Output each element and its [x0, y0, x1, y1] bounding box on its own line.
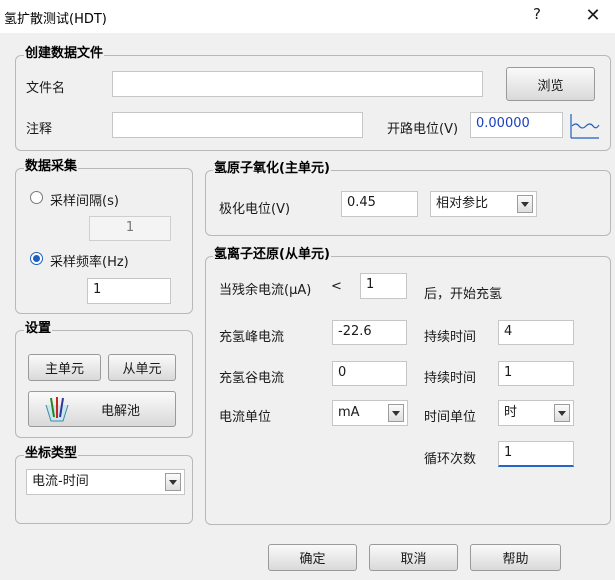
duration2-input[interactable]: 1 — [498, 361, 574, 386]
time-unit-label: 时间单位 — [424, 410, 477, 425]
close-button[interactable]: ✕ — [580, 4, 606, 28]
chevron-down-icon — [165, 473, 181, 491]
window-title: 氢扩散测试(HDT) — [4, 12, 107, 27]
ocp-value: 0.00000 — [470, 112, 563, 138]
cycles-input[interactable]: 1 — [498, 441, 574, 467]
axis-legend: 坐标类型 — [24, 446, 79, 462]
residual-label: 当残余电流(μA) — [219, 283, 312, 298]
main-unit-button[interactable]: 主单元 — [28, 354, 101, 381]
valley-label: 充氢谷电流 — [219, 371, 285, 386]
potential-label: 极化电位(V) — [219, 202, 291, 217]
ocp-label: 开路电位(V) — [387, 122, 459, 137]
peak-label: 充氢峰电流 — [219, 330, 285, 345]
potential-input[interactable]: 0.45 — [341, 191, 418, 217]
filename-label: 文件名 — [26, 81, 66, 96]
filename-input[interactable] — [112, 71, 483, 97]
title-bar: 氢扩散测试(HDT) ? ✕ — [0, 0, 615, 33]
residual-input[interactable]: 1 — [360, 273, 407, 299]
less-than-symbol: < — [331, 279, 342, 294]
slave-unit-button[interactable]: 从单元 — [108, 354, 176, 381]
reduction-legend: 氢离子还原(从单元) — [213, 247, 331, 263]
note-input[interactable] — [112, 112, 363, 138]
note-label: 注释 — [26, 122, 53, 137]
create-file-legend: 创建数据文件 — [24, 46, 105, 62]
chevron-down-icon — [517, 195, 533, 213]
after-label: 后，开始充氢 — [424, 287, 503, 302]
help-button[interactable]: 帮助 — [470, 544, 561, 571]
valley-input[interactable]: 0 — [332, 361, 407, 386]
current-unit-value: mA — [338, 405, 360, 420]
reference-value: 相对参比 — [436, 196, 489, 211]
peak-input[interactable]: -22.6 — [332, 320, 407, 345]
time-unit-select[interactable]: 时 — [498, 400, 574, 426]
oxidation-legend: 氢原子氧化(主单元) — [213, 161, 331, 177]
reference-select[interactable]: 相对参比 — [430, 191, 537, 217]
interval-radio[interactable] — [30, 191, 43, 204]
cycles-label: 循环次数 — [424, 452, 477, 467]
settings-legend: 设置 — [24, 321, 53, 337]
frequency-radio[interactable] — [30, 252, 43, 265]
frequency-label[interactable]: 采样频率(Hz) — [50, 251, 129, 270]
frequency-input[interactable]: 1 — [87, 278, 171, 304]
time-unit-value: 时 — [504, 405, 518, 420]
cancel-button[interactable]: 取消 — [369, 544, 458, 571]
chevron-down-icon — [554, 404, 570, 422]
interval-input[interactable]: 1 — [89, 216, 171, 241]
electrolytic-cell-icon — [41, 395, 73, 423]
duration1-input[interactable]: 4 — [498, 320, 574, 345]
chevron-down-icon — [388, 404, 404, 422]
duration1-label: 持续时间 — [424, 330, 477, 345]
axis-type-value: 电流-时间 — [32, 474, 89, 489]
current-unit-label: 电流单位 — [219, 410, 272, 425]
electrolytic-cell-button[interactable]: 电解池 — [28, 391, 176, 427]
cell-label: 电解池 — [101, 403, 141, 419]
ok-button[interactable]: 确定 — [268, 544, 357, 571]
duration2-label: 持续时间 — [424, 371, 477, 386]
acquisition-legend: 数据采集 — [24, 159, 79, 175]
axis-type-select[interactable]: 电流-时间 — [26, 469, 185, 495]
browse-button[interactable]: 浏览 — [506, 67, 595, 101]
help-title-button[interactable]: ? — [527, 5, 547, 27]
waveform-chart-icon[interactable] — [566, 110, 602, 142]
interval-label[interactable]: 采样间隔(s) — [50, 190, 119, 209]
current-unit-select[interactable]: mA — [332, 400, 408, 426]
